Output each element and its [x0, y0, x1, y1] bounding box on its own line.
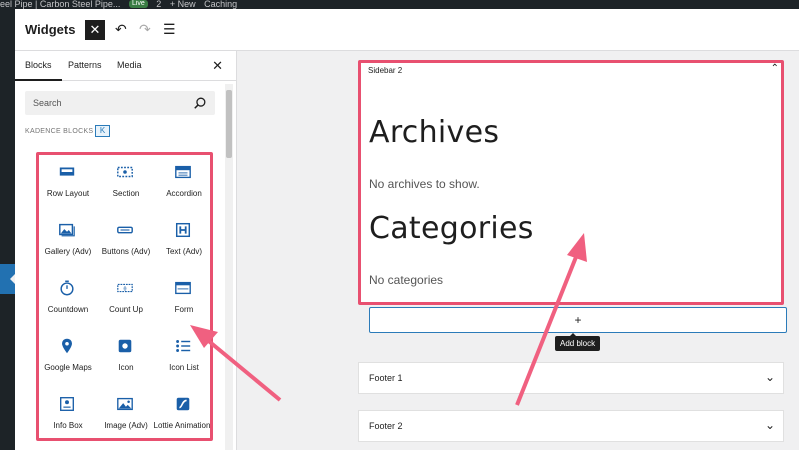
comments-count[interactable]: 2 [156, 0, 161, 9]
block-lottie[interactable]: Lottie Animations [154, 389, 210, 438]
add-block-button[interactable]: + [369, 307, 787, 333]
chevron-down-icon[interactable]: ⌄ [765, 418, 775, 432]
active-menu-marker [0, 264, 15, 294]
archives-text: No archives to show. [369, 177, 480, 191]
new-link[interactable]: + New [170, 0, 196, 9]
widget-area-title[interactable]: Sidebar 2 [368, 66, 402, 75]
block-label: Google Maps [44, 363, 92, 372]
block-label: Form [174, 305, 194, 314]
map-pin-icon [62, 338, 72, 354]
block-label: Count Up [109, 305, 143, 314]
chevron-up-icon[interactable]: ⌃ [771, 63, 779, 74]
categories-heading[interactable]: Categories [369, 211, 534, 246]
accordion-icon [175, 165, 191, 179]
add-block-tooltip: Add block [555, 333, 601, 351]
widget-area-sidebar-2[interactable]: Sidebar 2 ⌃ Archives No archives to show… [358, 60, 784, 305]
redo-button[interactable]: ↷ [139, 21, 151, 38]
block-label: Countdown [47, 305, 89, 314]
block-label: Lottie Animations [153, 421, 213, 430]
undo-button[interactable]: ↶ [115, 21, 127, 38]
gallery-icon [59, 223, 75, 237]
block-count-up[interactable]: 0 Count Up [97, 273, 155, 329]
block-label: Image (Adv) [104, 421, 148, 430]
block-form[interactable]: Form [155, 273, 210, 329]
block-gallery[interactable]: Gallery (Adv) [39, 215, 97, 271]
info-box-icon [60, 397, 74, 411]
kadence-logo: K [95, 125, 110, 137]
count-up-icon: 0 [117, 283, 133, 292]
block-buttons[interactable]: Buttons (Adv) [97, 215, 155, 271]
block-image-adv[interactable]: Image (Adv) [97, 389, 155, 438]
widget-area-title[interactable]: Footer 1 [369, 373, 403, 383]
site-name-link[interactable]: eel Pipe | Carbon Steel Pipe... [0, 0, 120, 9]
chevron-down-icon[interactable]: ⌄ [765, 370, 775, 384]
block-label: Accordion [166, 189, 202, 198]
search-placeholder: Search [33, 98, 62, 108]
section-icon [117, 166, 133, 178]
icon-block-icon [118, 339, 132, 353]
block-label: Row Layout [46, 189, 90, 198]
close-inserter-button[interactable]: ✕ [85, 20, 105, 40]
buttons-icon [117, 226, 133, 234]
lottie-icon [176, 397, 190, 411]
svg-text:0: 0 [123, 286, 126, 292]
block-label: Text (Adv) [165, 247, 202, 256]
widget-area-footer-1[interactable]: Footer 1 ⌄ [358, 362, 784, 394]
tab-media[interactable]: Media [117, 60, 142, 70]
widget-area-footer-2[interactable]: Footer 2 ⌄ [358, 410, 784, 442]
caching-link[interactable]: Caching [204, 0, 237, 9]
list-view-button[interactable]: ☰ [163, 21, 176, 38]
block-label: Info Box [53, 421, 83, 430]
search-icon [194, 97, 206, 109]
block-label: Icon [118, 363, 134, 372]
block-icon[interactable]: Icon [97, 331, 155, 387]
category-heading: KADENCE BLOCKS [25, 128, 94, 135]
row-layout-icon [59, 167, 75, 176]
admin-bar: eel Pipe | Carbon Steel Pipe... Live 2 +… [0, 0, 799, 9]
widget-areas-canvas: Sidebar 2 ⌃ Archives No archives to show… [238, 51, 799, 450]
block-info-box[interactable]: Info Box [39, 389, 97, 438]
close-panel-icon[interactable]: ✕ [212, 58, 223, 74]
search-input[interactable]: Search [25, 91, 215, 115]
inserter-tabs: Blocks Patterns Media ✕ [15, 51, 237, 81]
block-inserter-panel: Blocks Patterns Media ✕ Search KADENCE B… [15, 51, 237, 450]
block-text-adv[interactable]: Text (Adv) [155, 215, 210, 271]
block-label: Section [112, 189, 140, 198]
block-section[interactable]: Section [97, 157, 155, 213]
block-icon-list[interactable]: Icon List [155, 331, 210, 387]
archives-heading[interactable]: Archives [369, 115, 499, 150]
text-heading-icon [175, 222, 191, 238]
page-title: Widgets [25, 22, 76, 37]
widget-area-title[interactable]: Footer 2 [369, 421, 403, 431]
block-accordion[interactable]: Accordion [155, 157, 210, 213]
form-icon [175, 281, 191, 295]
widgets-header: Widgets ✕ ↶ ↷ ☰ [15, 9, 799, 51]
scrollbar-thumb[interactable] [226, 90, 232, 158]
panel-scrollbar[interactable] [225, 84, 233, 450]
image-icon [117, 397, 133, 411]
live-badge: Live [128, 0, 148, 8]
block-row-layout[interactable]: Row Layout [39, 157, 97, 213]
block-label: Gallery (Adv) [44, 247, 92, 256]
block-google-maps[interactable]: Google Maps [39, 331, 97, 387]
block-countdown[interactable]: Countdown [39, 273, 97, 329]
admin-menu-strip [0, 9, 15, 450]
tab-blocks[interactable]: Blocks [15, 60, 61, 81]
block-label: Icon List [169, 363, 199, 372]
tab-patterns[interactable]: Patterns [68, 60, 102, 70]
block-label: Buttons (Adv) [101, 247, 151, 256]
icon-list-icon [176, 340, 191, 352]
categories-text: No categories [369, 273, 444, 287]
countdown-icon [60, 280, 74, 296]
kadence-blocks-grid: Row Layout Section Accordion Gallery (Ad… [36, 152, 213, 441]
